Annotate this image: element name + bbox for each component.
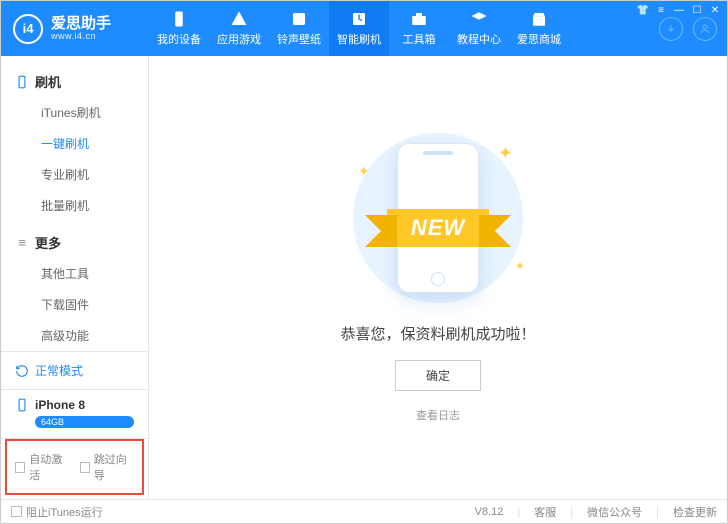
group-title: 更多 — [35, 233, 61, 252]
skip-guide-checkbox[interactable]: 跳过向导 — [80, 451, 135, 483]
check-update-link[interactable]: 检查更新 — [673, 504, 717, 520]
checkbox-icon — [80, 462, 90, 473]
sidebar-item-other-tools[interactable]: 其他工具 — [1, 258, 148, 289]
device-name: iPhone 8 — [35, 398, 85, 412]
nav-device[interactable]: 我的设备 — [149, 1, 209, 56]
version-label: V8.12 — [475, 506, 504, 518]
sidebar-group-more[interactable]: ≡ 更多 — [1, 227, 148, 258]
view-log-link[interactable]: 查看日志 — [416, 407, 460, 423]
nav-label: 教程中心 — [457, 31, 501, 47]
window-maximize-icon[interactable]: ☐ — [690, 3, 704, 17]
refresh-icon — [15, 364, 29, 378]
sidebar-item-oneclick-flash[interactable]: 一键刷机 — [1, 128, 148, 159]
sparkle-icon: ✦ — [515, 259, 525, 273]
storage-badge: 64GB — [35, 416, 134, 428]
success-message: 恭喜您，保资料刷机成功啦！ — [340, 323, 535, 344]
menu-icon: ≡ — [15, 236, 29, 250]
nav-toolbox[interactable]: 工具箱 — [389, 1, 449, 56]
sparkle-icon: ✦ — [498, 143, 513, 164]
block-itunes-checkbox[interactable]: 阻止iTunes运行 — [11, 504, 103, 520]
highlighted-options: 自动激活 跳过向导 — [5, 439, 144, 495]
nav-store[interactable]: 爱思商城 — [509, 1, 569, 56]
ringtone-icon — [290, 10, 308, 28]
window-minimize-icon[interactable]: — — [672, 3, 686, 17]
window-shirt-icon[interactable]: 👕 — [636, 3, 650, 17]
logo-badge: i4 — [13, 14, 43, 44]
device-mode-status[interactable]: 正常模式 — [1, 352, 148, 390]
wechat-link[interactable]: 微信公众号 — [587, 504, 642, 520]
nav-label: 爱思商城 — [517, 31, 561, 47]
header: 👕 ≡ — ☐ ✕ i4 爱思助手 www.i4.cn 我的设备 应用游戏 — [1, 1, 727, 56]
checkbox-label: 自动激活 — [29, 451, 69, 483]
nav-label: 应用游戏 — [217, 31, 261, 47]
status-text: 正常模式 — [35, 362, 83, 379]
nav-apps[interactable]: 应用游戏 — [209, 1, 269, 56]
checkbox-icon — [11, 506, 22, 517]
nav-label: 我的设备 — [157, 31, 201, 47]
main-content: ✦ ✦ ✦ NEW 恭喜您，保资料刷机成功啦！ 确定 查看日志 — [149, 56, 727, 499]
device-panel[interactable]: iPhone 8 64GB — [1, 390, 148, 439]
ok-button[interactable]: 确定 — [395, 360, 481, 391]
nav-tutorial[interactable]: 教程中心 — [449, 1, 509, 56]
store-icon — [530, 10, 548, 28]
nav-label: 铃声壁纸 — [277, 31, 321, 47]
download-button[interactable] — [659, 17, 683, 41]
logo: i4 爱思助手 www.i4.cn — [1, 14, 149, 44]
nav-label: 智能刷机 — [337, 31, 381, 47]
nav-label: 工具箱 — [403, 31, 436, 47]
auto-activate-checkbox[interactable]: 自动激活 — [15, 451, 70, 483]
support-link[interactable]: 客服 — [534, 504, 556, 520]
sidebar: 刷机 iTunes刷机 一键刷机 专业刷机 批量刷机 ≡ 更多 其他工具 下载固… — [1, 56, 149, 499]
new-ribbon: NEW — [387, 209, 489, 247]
checkbox-label: 阻止iTunes运行 — [26, 504, 103, 520]
flash-icon — [350, 10, 368, 28]
group-title: 刷机 — [35, 72, 61, 91]
sidebar-item-itunes-flash[interactable]: iTunes刷机 — [1, 97, 148, 128]
phone-icon — [15, 75, 29, 89]
sidebar-item-download-fw[interactable]: 下载固件 — [1, 289, 148, 320]
sidebar-item-batch-flash[interactable]: 批量刷机 — [1, 190, 148, 221]
apps-icon — [230, 10, 248, 28]
logo-subtitle: www.i4.cn — [51, 31, 111, 41]
window-close-icon[interactable]: ✕ — [708, 3, 722, 17]
phone-icon — [15, 398, 29, 412]
checkbox-label: 跳过向导 — [94, 451, 134, 483]
user-button[interactable] — [693, 17, 717, 41]
sparkle-icon: ✦ — [358, 163, 370, 180]
window-menu-icon[interactable]: ≡ — [654, 3, 668, 17]
toolbox-icon — [410, 10, 428, 28]
tutorial-icon — [470, 10, 488, 28]
sidebar-item-pro-flash[interactable]: 专业刷机 — [1, 159, 148, 190]
checkbox-icon — [15, 462, 25, 473]
status-bar: 阻止iTunes运行 V8.12 | 客服 | 微信公众号 | 检查更新 — [1, 499, 727, 523]
nav-flash[interactable]: 智能刷机 — [329, 1, 389, 56]
sidebar-item-advanced[interactable]: 高级功能 — [1, 320, 148, 351]
logo-title: 爱思助手 — [51, 16, 111, 31]
window-controls: 👕 ≡ — ☐ ✕ — [636, 3, 722, 17]
device-icon — [170, 10, 188, 28]
top-nav: 我的设备 应用游戏 铃声壁纸 智能刷机 工具箱 教程中心 — [149, 1, 659, 56]
success-illustration: ✦ ✦ ✦ NEW — [333, 133, 543, 303]
sidebar-group-flash[interactable]: 刷机 — [1, 66, 148, 97]
nav-ringtone[interactable]: 铃声壁纸 — [269, 1, 329, 56]
